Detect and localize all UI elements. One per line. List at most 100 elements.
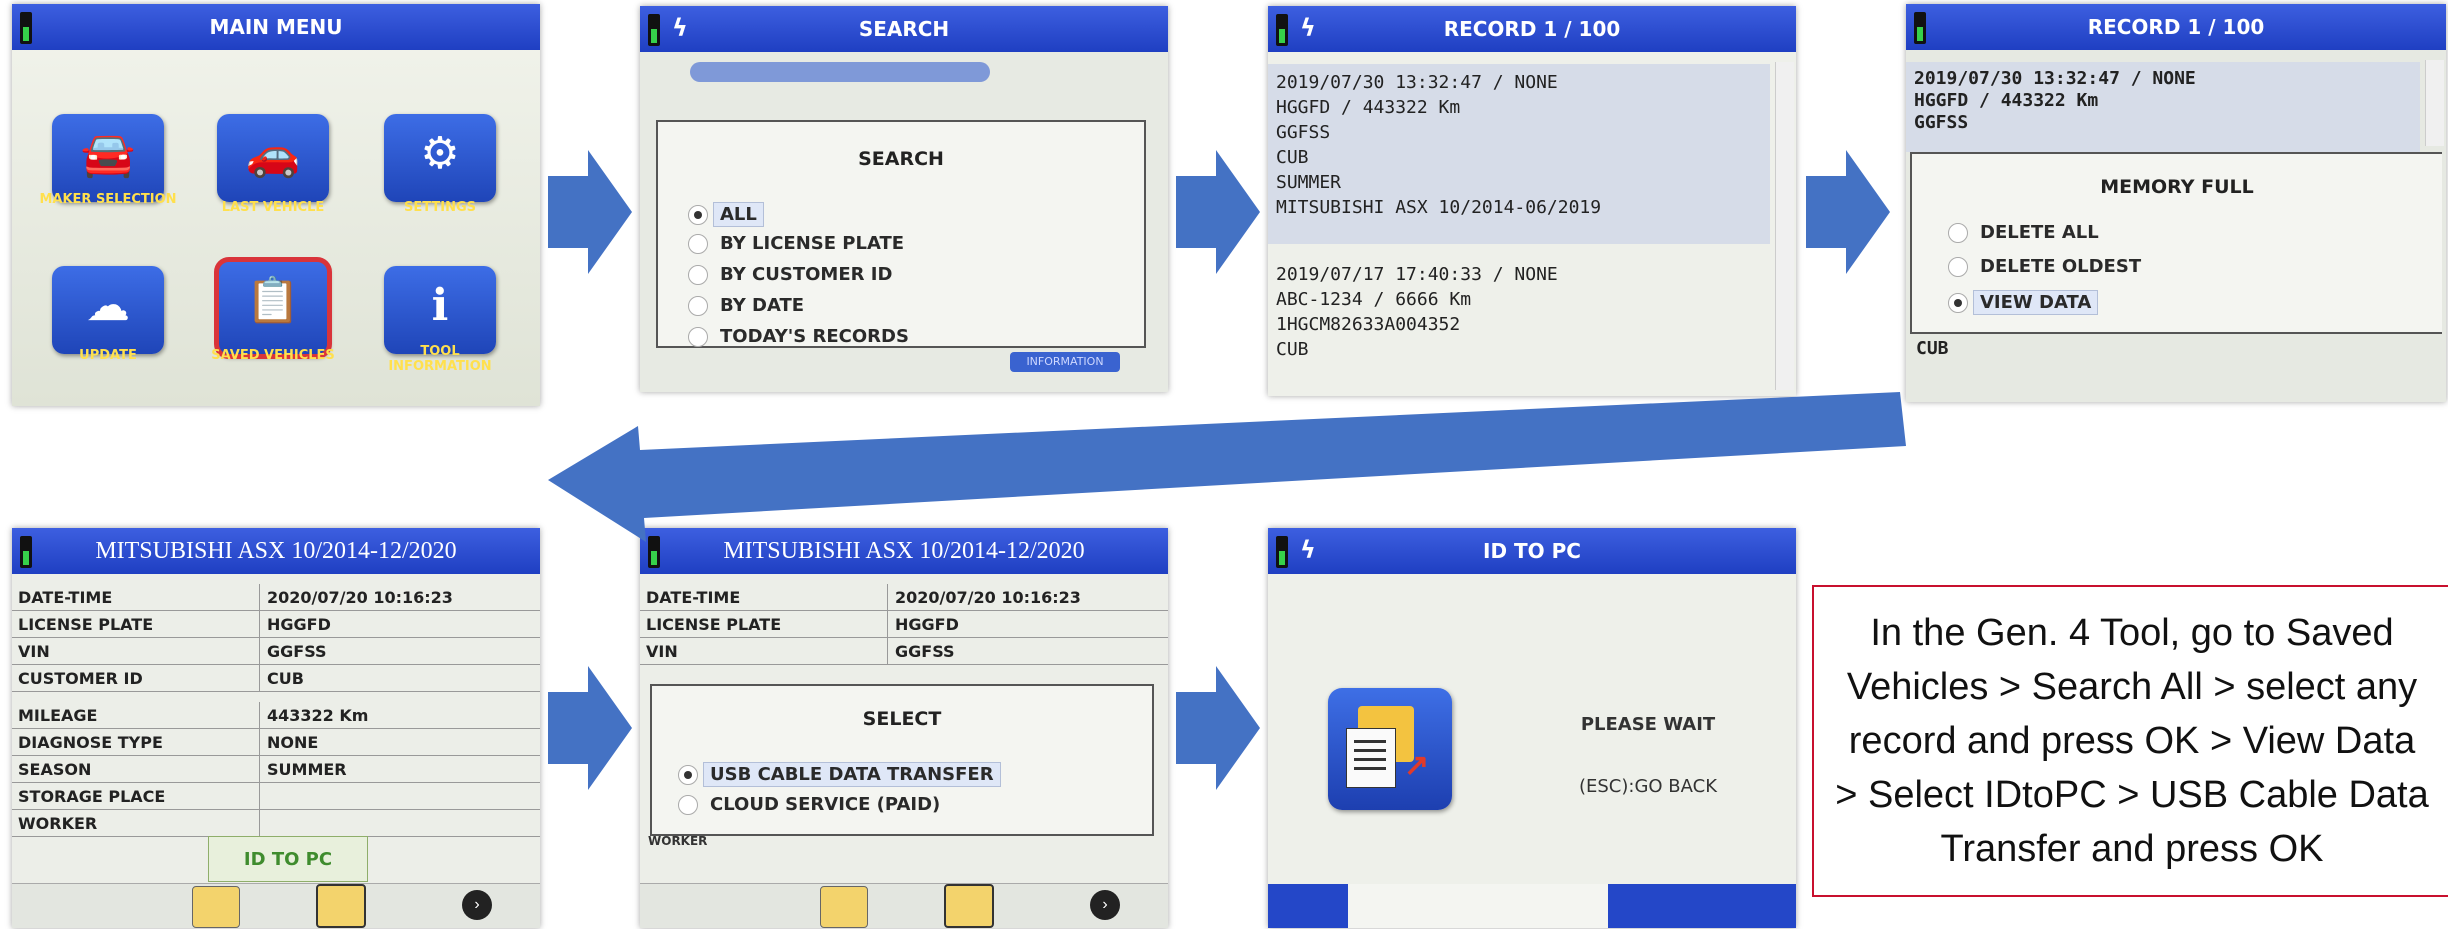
arrow-right-5 — [1176, 666, 1260, 790]
footer-fragment: WORKER — [648, 834, 708, 848]
document-icon[interactable] — [820, 886, 868, 928]
go-back-hint[interactable]: (ESC):GO BACK — [1548, 776, 1748, 797]
radio[interactable] — [688, 233, 708, 254]
radio[interactable] — [1948, 222, 1968, 243]
table-row: STORAGE PLACE — [12, 783, 540, 810]
screen-title: SEARCH — [858, 17, 950, 41]
option-all[interactable]: ALL — [688, 202, 764, 227]
table-row: CUSTOMER ID CUB — [12, 665, 540, 692]
last-vehicle-label: LAST VEHICLE — [221, 200, 325, 215]
charging-icon: ϟ — [1300, 14, 1316, 42]
next-arrow-icon[interactable]: › — [462, 890, 492, 920]
record-item[interactable]: 2019/07/17 17:40:33 / NONE ABC-1234 / 66… — [1268, 256, 1770, 396]
car-return-icon: 🚗 — [245, 130, 301, 179]
option-view-data[interactable]: VIEW DATA — [1948, 290, 2099, 315]
battery-icon — [1276, 14, 1288, 46]
document-icon[interactable] — [192, 886, 240, 928]
bottom-toolbar: › — [12, 883, 540, 928]
select-transfer-screen: MITSUBISHI ASX 10/2014-12/2020 DATE-TIME… — [640, 528, 1168, 928]
option-by-customer-id[interactable]: BY CUSTOMER ID — [688, 264, 892, 285]
option-by-date[interactable]: BY DATE — [688, 295, 804, 316]
scrollbar[interactable] — [1775, 62, 1794, 390]
battery-icon — [1276, 536, 1288, 568]
maker-selection-button[interactable]: 🚘 — [52, 114, 164, 202]
option-usb-cable-data-transfer[interactable]: USB CABLE DATA TRANSFER — [678, 762, 1001, 787]
dialog-title: SEARCH — [858, 148, 944, 170]
table-row: MILEAGE 443322 Km — [12, 702, 540, 729]
tool-information-button[interactable]: ℹ — [384, 266, 496, 354]
record-item-selected[interactable]: 2019/07/30 13:32:47 / NONE HGGFD / 44332… — [1268, 64, 1770, 244]
id-to-pc-icon[interactable] — [944, 884, 994, 928]
last-vehicle-button[interactable]: 🚗 — [217, 114, 329, 202]
next-arrow-icon[interactable]: › — [1090, 890, 1120, 920]
vehicle-details-title-bar: MITSUBISHI ASX 10/2014-12/2020 — [12, 528, 540, 574]
update-label: UPDATE — [79, 348, 137, 363]
settings-button[interactable]: ⚙ — [384, 114, 496, 202]
option-delete-all[interactable]: DELETE ALL — [1948, 222, 2099, 243]
search-dialog: SEARCH ALL BY LICENSE PLATE BY CUSTOMER … — [656, 120, 1146, 348]
update-button[interactable]: ☁ — [52, 266, 164, 354]
tool-information-label: TOOL INFORMATION — [388, 344, 492, 374]
table-row: DATE-TIME 2020/07/20 10:16:23 — [640, 584, 1168, 611]
arrow-right-4 — [548, 666, 632, 790]
id-to-pc-icon[interactable] — [316, 884, 366, 928]
memory-full-screen: RECORD 1 / 100 2019/07/30 13:32:47 / NON… — [1906, 4, 2446, 402]
instructions-note: In the Gen. 4 Tool, go to Saved Vehicles… — [1812, 585, 2448, 897]
arrow-return-left — [548, 392, 1906, 542]
option-cloud-service[interactable]: CLOUD SERVICE (PAID) — [678, 794, 940, 815]
progress-bar — [1268, 884, 1796, 928]
radio[interactable] — [678, 794, 698, 815]
id-to-pc-popup[interactable]: ID TO PC — [208, 836, 368, 882]
table-row: WORKER — [12, 810, 540, 837]
radio-selected[interactable] — [1948, 292, 1968, 313]
arrow-right-1 — [548, 150, 632, 274]
battery-icon — [1914, 12, 1926, 44]
memory-full-title-bar: RECORD 1 / 100 — [1906, 4, 2446, 50]
screen-title: MITSUBISHI ASX 10/2014-12/2020 — [95, 537, 457, 564]
memory-full-dialog: MEMORY FULL DELETE ALL DELETE OLDEST VIE… — [1910, 152, 2442, 334]
info-icon: ℹ — [431, 281, 449, 330]
main-menu-screen: MAIN MENU 🚘 MAKER SELECTION 🚗 LAST VEHIC… — [12, 4, 540, 406]
option-delete-oldest[interactable]: DELETE OLDEST — [1948, 256, 2141, 277]
instructions-text: In the Gen. 4 Tool, go to Saved Vehicles… — [1835, 612, 2429, 870]
select-transfer-title-bar: MITSUBISHI ASX 10/2014-12/2020 — [640, 528, 1168, 574]
screen-title: MAIN MENU — [209, 15, 343, 39]
table-row: SEASON SUMMER — [12, 756, 540, 783]
record-list-title-bar: ϟ RECORD 1 / 100 — [1268, 6, 1796, 52]
radio[interactable] — [1948, 256, 1968, 277]
scrollbar[interactable] — [2425, 60, 2444, 146]
main-menu-title-bar: MAIN MENU — [12, 4, 540, 50]
status-text: PLEASE WAIT — [1580, 714, 1716, 735]
table-row: LICENSE PLATE HGGFD — [640, 611, 1168, 638]
details-table: DATE-TIME 2020/07/20 10:16:23 LICENSE PLA… — [640, 584, 1168, 674]
table-row: DIAGNOSE TYPE NONE — [12, 729, 540, 756]
charging-icon: ϟ — [672, 14, 688, 42]
table-row: VIN GGFSS — [640, 638, 1168, 665]
option-by-license-plate[interactable]: BY LICENSE PLATE — [688, 233, 904, 254]
screen-title: RECORD 1 / 100 — [1443, 17, 1621, 41]
details-table: DATE-TIME 2020/07/20 10:16:23 LICENSE PLA… — [12, 584, 540, 854]
arrow-right-2 — [1176, 150, 1260, 274]
dialog-title: SELECT — [862, 708, 942, 730]
radio[interactable] — [688, 326, 708, 347]
saved-vehicles-button[interactable]: 📋 — [214, 257, 332, 359]
search-title-bar: ϟ SEARCH — [640, 6, 1168, 52]
battery-icon — [20, 12, 32, 44]
radio-selected[interactable] — [678, 764, 698, 785]
table-row: DATE-TIME 2020/07/20 10:16:23 — [12, 584, 540, 611]
charging-icon: ϟ — [1300, 536, 1316, 564]
id-to-pc-title-bar: ϟ ID TO PC — [1268, 528, 1796, 574]
battery-icon — [648, 14, 660, 46]
record-item-selected: 2019/07/30 13:32:47 / NONE HGGFD / 44332… — [1906, 62, 2420, 152]
footer-fragment: INFORMATION — [1010, 352, 1120, 372]
saved-vehicles-label: SAVED VEHICLES — [211, 348, 335, 363]
radio[interactable] — [688, 264, 708, 285]
id-to-pc-icon: ↗ — [1328, 688, 1452, 810]
option-todays-records[interactable]: TODAY'S RECORDS — [688, 326, 909, 347]
table-row: VIN GGFSS — [12, 638, 540, 665]
table-row: LICENSE PLATE HGGFD — [12, 611, 540, 638]
maker-selection-label: MAKER SELECTION — [39, 192, 177, 207]
radio[interactable] — [688, 295, 708, 316]
saved-vehicles-icon: 📋 — [245, 276, 301, 325]
radio-selected[interactable] — [688, 204, 708, 225]
